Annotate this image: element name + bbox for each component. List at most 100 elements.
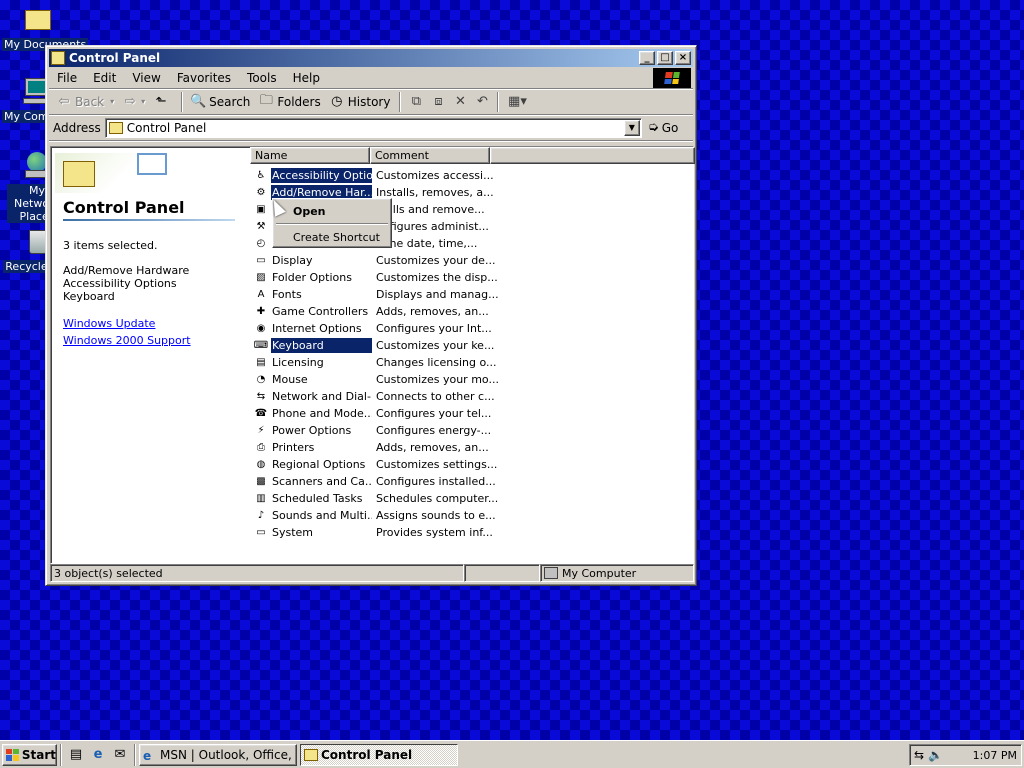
toolbar: ⇦ Back ▾ ⇨ ▾ ⬑ 🔍 Search 🗀 Folders ◷ History ⧉ … <box>49 89 693 115</box>
show-desktop-icon[interactable]: ▤ <box>65 745 87 765</box>
move-to-icon[interactable]: ⧉ <box>405 93 427 111</box>
list-item[interactable]: ♿ Accessibility Options Customizes accessi… <box>250 167 695 184</box>
list-item[interactable]: ▭ Display Customizes your de... <box>250 252 695 269</box>
address-field[interactable]: Control Panel ▼ <box>104 117 642 138</box>
list-item[interactable]: ◔ Mouse Customizes your mo... <box>250 371 695 388</box>
up-folder-icon: ⬑ <box>155 94 167 109</box>
list-item[interactable]: ⚡ Power Options Configures energy-... <box>250 422 695 439</box>
menu-edit[interactable]: Edit <box>85 69 124 87</box>
item-name: Scheduled Tasks <box>272 492 363 505</box>
maximize-button[interactable]: □ <box>657 51 673 65</box>
back-arrow-icon: ⇦ <box>58 94 70 109</box>
selection-count: 3 items selected. <box>63 239 158 252</box>
title-bar[interactable]: Control Panel _ □ × <box>49 49 693 67</box>
task-button-control-panel[interactable]: Control Panel <box>300 743 458 766</box>
control-panel-icon <box>51 51 65 65</box>
selected-item: Accessibility Options <box>63 277 177 290</box>
item-comment: Assigns sounds to e... <box>376 509 496 522</box>
list-item[interactable]: ▨ Folder Options Customizes the disp... <box>250 269 695 286</box>
list-item[interactable]: ◍ Regional Options Customizes settings... <box>250 456 695 473</box>
minimize-button[interactable]: _ <box>639 51 655 65</box>
item-name: Display <box>272 254 313 267</box>
item-name: Mouse <box>272 373 308 386</box>
menu-view[interactable]: View <box>124 69 168 87</box>
views-icon[interactable]: ▦▾ <box>503 93 531 111</box>
outlook-express-icon[interactable]: ✉ <box>109 745 131 765</box>
windows-2000-support-link[interactable]: Windows 2000 Support <box>63 332 191 349</box>
list-item[interactable]: ▩ Scanners and Ca... Configures installed.… <box>250 473 695 490</box>
list-item[interactable]: ♪ Sounds and Multi... Assigns sounds to e.… <box>250 507 695 524</box>
task-button-msn[interactable]: e MSN | Outlook, Office, Sk... <box>139 743 297 766</box>
windows-flag-icon <box>664 72 680 84</box>
list-item[interactable]: ⇆ Network and Dial-... Connects to other c… <box>250 388 695 405</box>
context-menu-open[interactable]: Open <box>275 201 389 221</box>
list-item[interactable]: ◉ Internet Options Configures your Int... <box>250 320 695 337</box>
address-bar: Address Control Panel ▼ ➭ Go <box>49 115 693 141</box>
item-comment: Customizes the disp... <box>376 271 498 284</box>
network-connection-icon[interactable]: ⇆ <box>914 748 924 762</box>
folder-options-icon: ▨ <box>256 272 266 283</box>
up-button[interactable]: ⬑ <box>150 92 175 112</box>
list-header: Name Comment <box>250 147 695 164</box>
volume-icon[interactable]: 🔈 <box>928 748 943 762</box>
folders-button[interactable]: 🗀 Folders <box>255 92 323 112</box>
context-menu: Open Create Shortcut <box>272 198 392 248</box>
menu-favorites[interactable]: Favorites <box>169 69 239 87</box>
list-item[interactable]: ☎ Phone and Mode... Configures your tel... <box>250 405 695 422</box>
internet-explorer-icon: e <box>143 748 152 763</box>
window-title: Control Panel <box>69 51 161 65</box>
clock[interactable]: 1:07 PM <box>973 749 1017 762</box>
menu-file[interactable]: File <box>49 69 85 87</box>
list-item[interactable]: ✚ Game Controllers Adds, removes, an... <box>250 303 695 320</box>
windows-logo <box>653 68 691 88</box>
keyboard-icon: ⌨ <box>253 340 269 351</box>
search-button[interactable]: 🔍 Search <box>187 92 253 112</box>
fonts-icon: A <box>257 289 265 300</box>
folder-icon <box>21 4 53 36</box>
copy-to-icon[interactable]: ⧈ <box>427 93 449 111</box>
list-item[interactable]: ⎙ Printers Adds, removes, an... <box>250 439 695 456</box>
item-comment: Schedules computer... <box>376 492 499 505</box>
display-icon: ▭ <box>256 255 266 266</box>
forward-button[interactable]: ⇨ ▾ <box>119 92 148 112</box>
list-item[interactable]: ▥ Scheduled Tasks Schedules computer... <box>250 490 695 507</box>
control-panel-banner <box>51 149 171 193</box>
item-comment: Provides system inf... <box>376 526 493 539</box>
back-button[interactable]: ⇦ Back ▾ <box>53 92 117 112</box>
context-menu-separator <box>276 223 388 225</box>
list-item[interactable]: ⌨ Keyboard Customizes your ke... <box>250 337 695 354</box>
context-menu-create-shortcut[interactable]: Create Shortcut <box>275 227 389 247</box>
list-item[interactable]: A Fonts Displays and manag... <box>250 286 695 303</box>
list-item[interactable]: ▭ System Provides system inf... <box>250 524 695 541</box>
history-button[interactable]: ◷ History <box>326 92 394 112</box>
toolbar-separator <box>181 91 184 112</box>
column-header-name[interactable]: Name <box>250 147 370 164</box>
address-dropdown-button[interactable]: ▼ <box>623 119 640 136</box>
address-value: Control Panel <box>126 120 207 135</box>
forward-arrow-icon: ⇨ <box>124 94 136 109</box>
close-button[interactable]: × <box>675 51 691 65</box>
menu-help[interactable]: Help <box>285 69 328 87</box>
taskbar: Start ▤ e ✉ e MSN | Outlook, Office, Sk.… <box>0 740 1024 768</box>
windows-update-link[interactable]: Windows Update <box>63 315 191 332</box>
list-item[interactable]: ▤ Licensing Changes licensing o... <box>250 354 695 371</box>
control-panel-folder-icon <box>63 161 95 187</box>
item-comment: Customizes your mo... <box>376 373 499 386</box>
undo-icon[interactable]: ↶ <box>471 93 493 111</box>
internet-explorer-icon[interactable]: e <box>87 745 109 765</box>
item-comment: Changes licensing o... <box>376 356 497 369</box>
item-comment: Configures energy-... <box>376 424 492 437</box>
start-button[interactable]: Start <box>2 743 57 766</box>
column-header-comment[interactable]: Comment <box>370 147 490 164</box>
go-button[interactable]: ➭ Go <box>648 120 679 135</box>
menu-tools[interactable]: Tools <box>239 69 285 87</box>
delete-icon[interactable]: ✕ <box>449 93 471 111</box>
control-panel-icon <box>108 121 123 134</box>
desktop-icon-my-documents[interactable]: My Documents <box>2 4 89 51</box>
regional-icon: ◍ <box>256 459 266 470</box>
item-comment: Customizes your ke... <box>376 339 495 352</box>
item-comment: Configures installed... <box>376 475 496 488</box>
status-empty-pane <box>464 564 540 582</box>
sounds-icon: ♪ <box>257 510 265 521</box>
licensing-icon: ▤ <box>256 357 266 368</box>
